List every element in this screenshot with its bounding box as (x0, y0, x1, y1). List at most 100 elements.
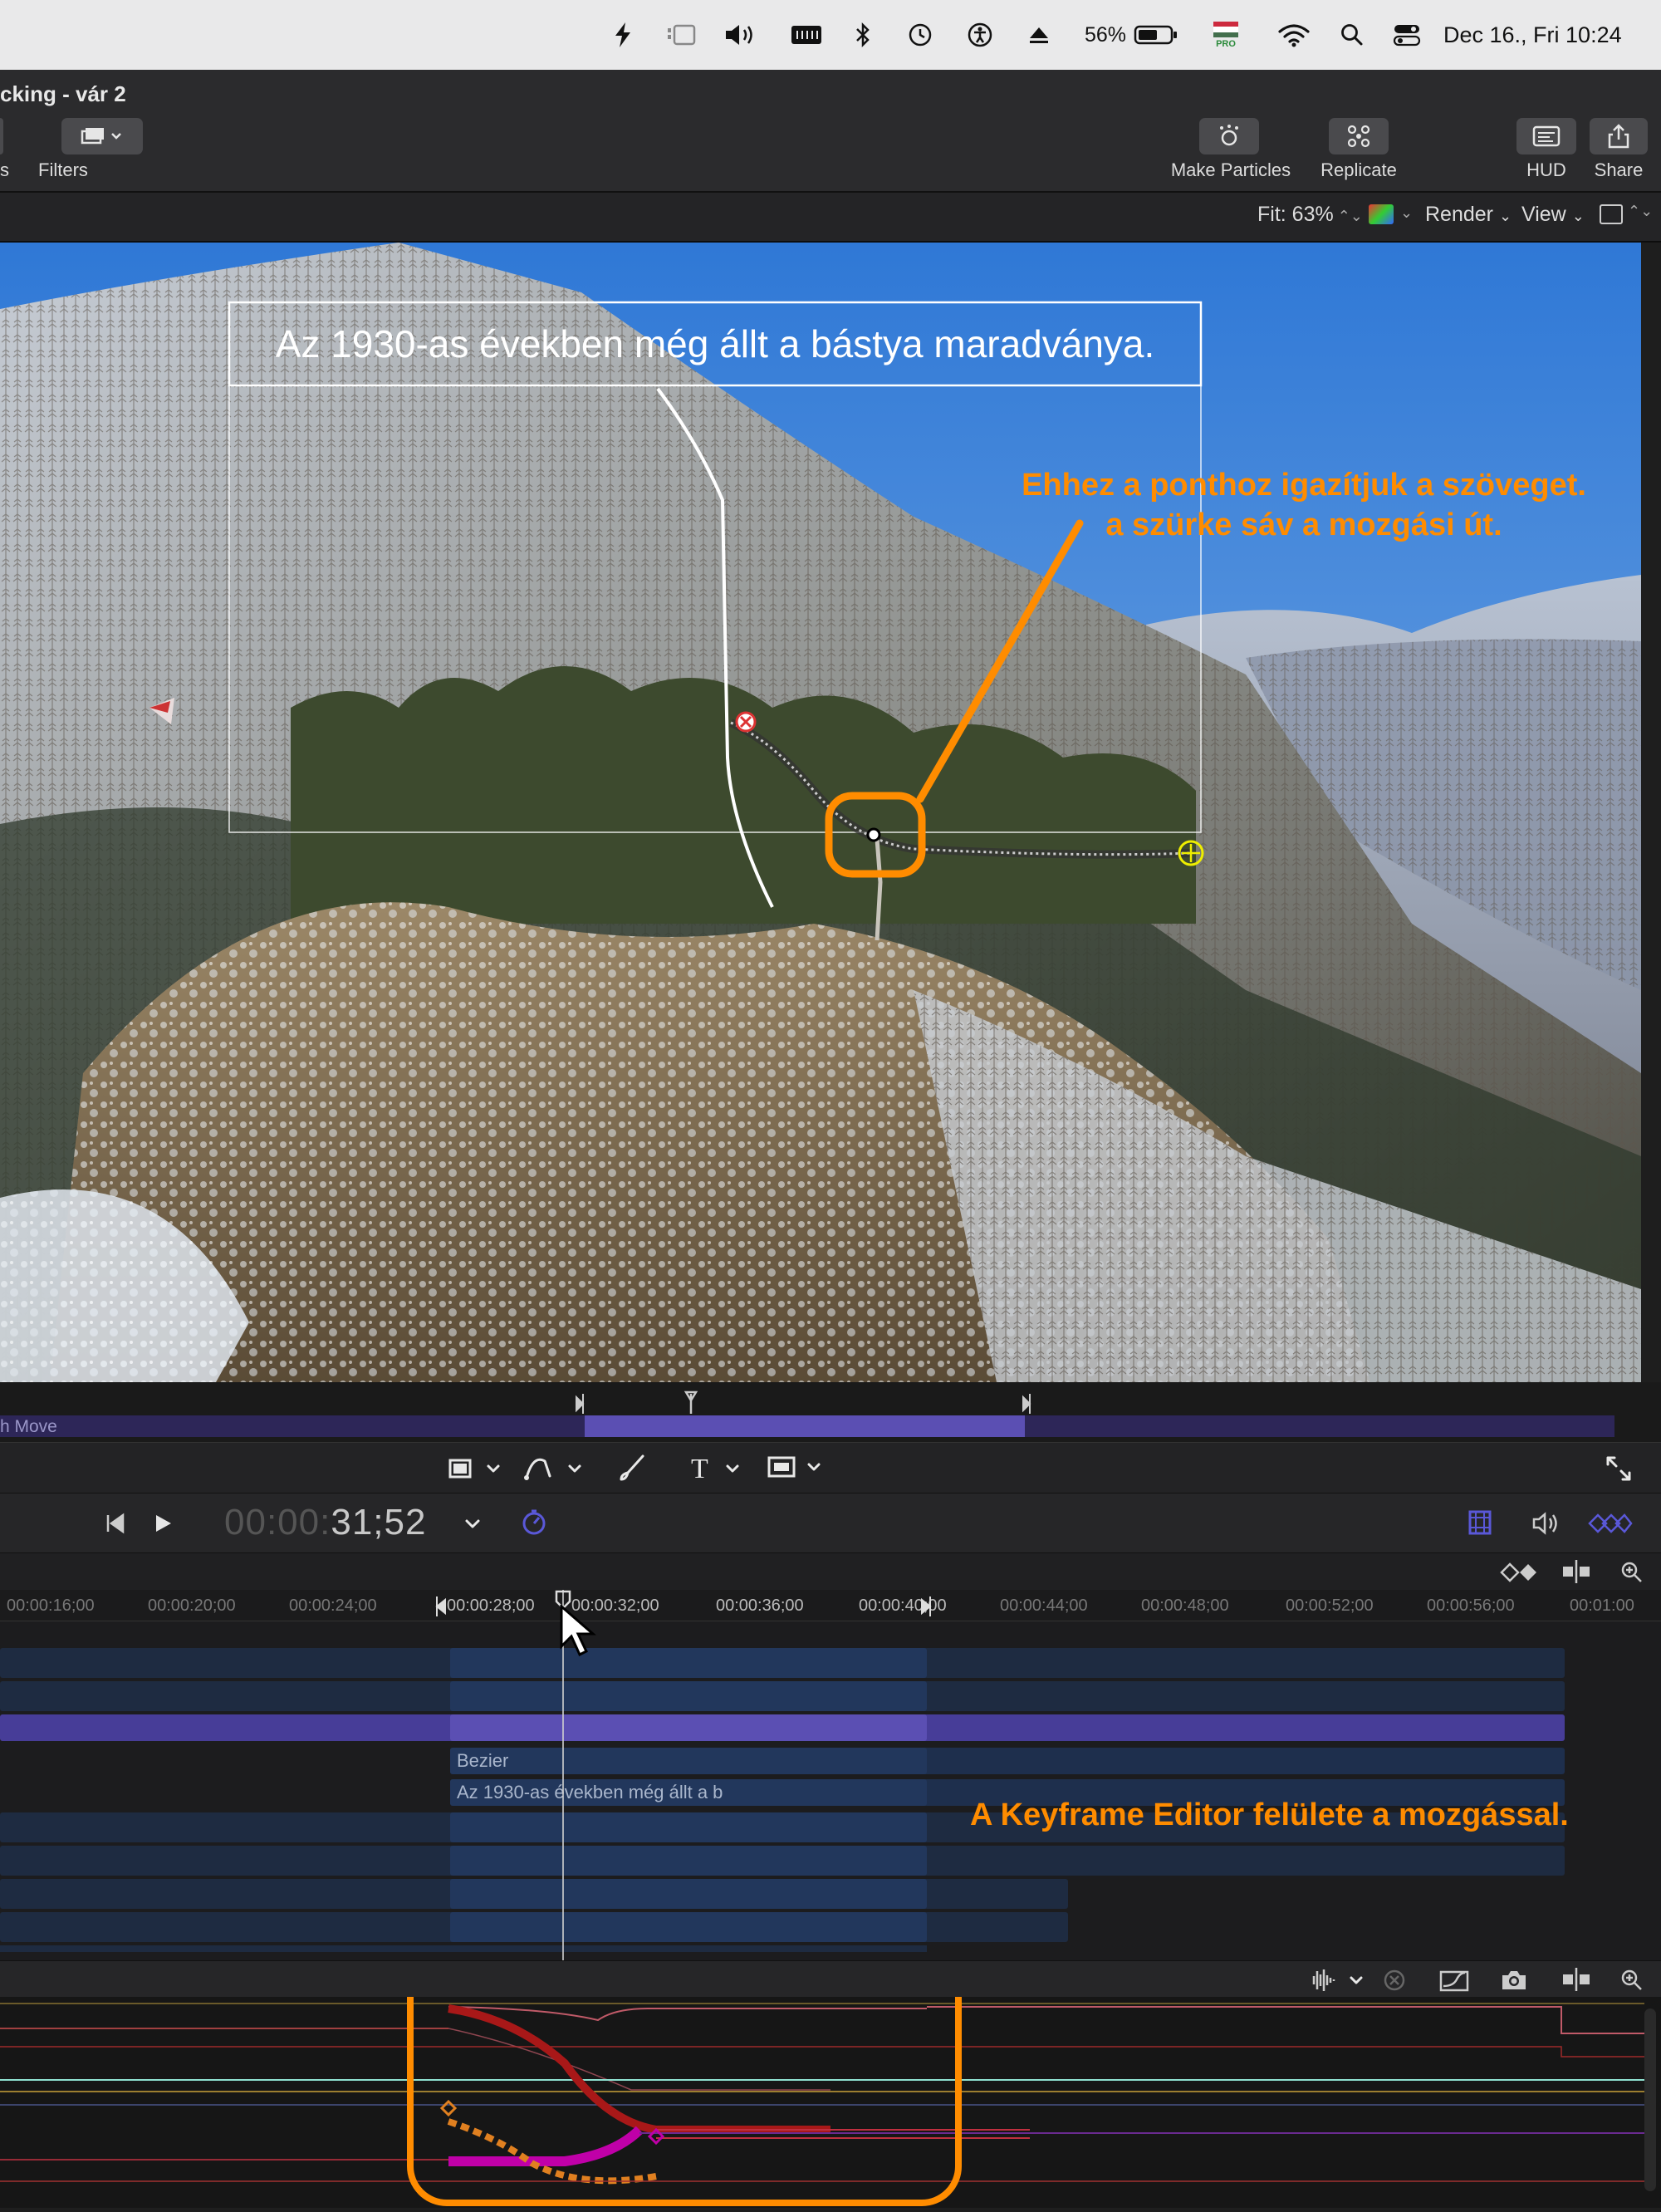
timecode-display[interactable]: 00:00:31;52 (224, 1502, 426, 1543)
ruler-tick: 00:00:56;00 (1427, 1596, 1515, 1615)
view-label: View (1521, 203, 1566, 226)
snapping-icon[interactable] (1560, 1558, 1593, 1585)
canvas-view-bar: Fit: 63% ⌃⌄ ⌄ Render ⌄ View ⌄ ⌃⌄ (0, 193, 1661, 243)
color-channels-icon[interactable] (1369, 204, 1394, 224)
ruler-tick: 00:00:48;00 (1141, 1596, 1229, 1615)
timeline-tracks: Bezier Az 1930-as években még állt a b (0, 1621, 1661, 1960)
eject-icon[interactable] (1025, 18, 1053, 51)
track-clip[interactable] (450, 1879, 927, 1909)
text-clip-label: Az 1930-as években még állt a b (457, 1782, 723, 1802)
keyframe-nav-icon[interactable] (1498, 1560, 1540, 1585)
play-icon[interactable] (151, 1512, 174, 1535)
keyframe-editor-header (0, 1960, 1661, 1997)
track-clip[interactable] (450, 1648, 927, 1678)
track-clip[interactable] (450, 1681, 927, 1711)
keyframe-curves[interactable] (0, 1839, 1661, 2208)
bluetooth-icon[interactable] (850, 18, 875, 51)
audio-timeline-icon[interactable] (1531, 1510, 1561, 1537)
mini-timeline[interactable]: h Move (0, 1382, 1661, 1442)
ruler-tick: 00:00:40;00 (859, 1596, 947, 1615)
waveform-icon[interactable] (1307, 1968, 1337, 1993)
annotation-line-2: a szürke sáv a mozgási út. (1105, 508, 1502, 542)
mini-markers[interactable] (573, 1389, 1038, 1417)
camera-icon[interactable] (1500, 1968, 1528, 1993)
keyboard-icon[interactable] (789, 18, 824, 51)
ruler-tick: 00:00:16;00 (7, 1596, 95, 1615)
timeline-ruler[interactable]: 00:00:16;00 00:00:20;00 00:00:24;00 00:0… (0, 1590, 1661, 1621)
flag-badge: PRO (1216, 39, 1236, 49)
viewer-canvas[interactable]: Az 1930-as években még állt a bástya mar… (0, 243, 1641, 1382)
show-timeline-icon[interactable] (1467, 1508, 1493, 1537)
share-label: Share (1594, 159, 1644, 180)
input-source-hu-icon[interactable]: PRO (1209, 18, 1242, 51)
svg-text:T: T (691, 1454, 708, 1483)
ruler-tick: 00:00:28;00 (447, 1596, 535, 1615)
title-toolbar: cking - vár 2 s Filters Make Particles R… (0, 70, 1661, 193)
track-clip[interactable] (450, 1812, 927, 1842)
video-frame (0, 243, 1641, 1382)
expand-icon[interactable] (1605, 1454, 1633, 1483)
timeline-header (0, 1553, 1661, 1590)
fit-zoom-popup[interactable]: Fit: 63% ⌃⌄ (1257, 203, 1363, 227)
timing-icon[interactable] (520, 1508, 548, 1537)
shape-tool-icon[interactable] (447, 1454, 505, 1483)
snapping-icon[interactable] (1560, 1966, 1593, 1993)
text-layer-content[interactable]: Az 1930-as években még állt a bástya mar… (229, 302, 1201, 385)
partial-button[interactable] (0, 118, 3, 154)
time-machine-icon[interactable] (905, 18, 935, 51)
keyframe-editor-icon[interactable] (1586, 1510, 1633, 1537)
hud-button[interactable] (1516, 118, 1576, 154)
share-button[interactable] (1590, 118, 1648, 154)
ruler-tick: 00:00:36;00 (716, 1596, 804, 1615)
timecode-dim: 00:00: (224, 1502, 331, 1543)
paint-stroke-tool-icon[interactable] (618, 1453, 648, 1483)
accessibility-icon[interactable] (965, 18, 995, 51)
timecode-menu-chevron-icon[interactable] (463, 1515, 482, 1533)
replicate-button[interactable] (1329, 118, 1389, 154)
clear-icon[interactable] (1382, 1968, 1407, 1993)
play-range-start-marker[interactable] (435, 1593, 447, 1618)
ruler-tick: 00:00:52;00 (1286, 1596, 1374, 1615)
replicate-label: Replicate (1320, 159, 1397, 180)
mini-track-label: h Move (0, 1417, 57, 1436)
chevron-down-icon[interactable] (1349, 1973, 1364, 1988)
bezier-clip-label: Bezier (457, 1750, 509, 1771)
ruler-tick: 00:00:44;00 (1000, 1596, 1088, 1615)
volume-icon[interactable] (723, 18, 759, 51)
transport-bar: 00:00:31;52 (0, 1493, 1661, 1553)
keyframe-graph[interactable] (0, 1839, 1661, 2208)
annotation-motion-point: Ehhez a ponthoz igazítjuk a szöveget. a … (980, 465, 1628, 545)
menu-bar: 56% PRO Dec 16., Fri 10:24 (0, 0, 1661, 70)
fit-zoom-label: Fit: 63% (1257, 203, 1334, 226)
mask-tool-icon[interactable] (766, 1453, 824, 1481)
spotlight-search-icon[interactable] (1337, 18, 1367, 51)
filters-button[interactable] (61, 118, 143, 154)
make-particles-button[interactable] (1199, 118, 1259, 154)
mini-selected-range[interactable] (585, 1415, 1025, 1437)
wifi-icon[interactable] (1276, 18, 1312, 51)
play-range-end-marker[interactable] (920, 1593, 932, 1618)
curve-tool-icon[interactable] (1438, 1968, 1470, 1993)
chevron-updown-icon: ⌃⌄ (1628, 203, 1654, 219)
chevron-down-icon: ⌄ (1400, 204, 1414, 221)
menu-clock[interactable]: Dec 16., Fri 10:24 (1443, 18, 1639, 51)
zoom-icon[interactable] (1619, 1968, 1644, 1993)
go-to-start-icon[interactable] (103, 1512, 126, 1535)
track-clip[interactable] (450, 1912, 927, 1942)
layout-icon[interactable] (1600, 204, 1623, 224)
behavior-clip[interactable] (450, 1714, 927, 1741)
bezier-clip[interactable]: Bezier (450, 1748, 927, 1774)
annotation-keyframe-editor: A Keyframe Editor felülete a mozgással. (970, 1798, 1569, 1832)
stage-manager-icon[interactable] (664, 18, 698, 51)
text-tool-icon[interactable]: T (689, 1451, 744, 1483)
script-icon[interactable] (608, 18, 638, 51)
canvas-tools-bar: T (0, 1442, 1661, 1493)
zoom-icon[interactable] (1619, 1560, 1644, 1585)
control-center-icon[interactable] (1390, 18, 1423, 51)
render-popup[interactable]: Render ⌄ (1425, 203, 1512, 227)
bezier-pen-tool-icon[interactable] (522, 1451, 585, 1483)
view-popup[interactable]: View ⌄ (1521, 203, 1585, 227)
track-clip[interactable] (450, 1846, 927, 1876)
text-clip[interactable]: Az 1930-as években még állt a b (450, 1779, 927, 1806)
battery-icon[interactable] (1133, 18, 1179, 51)
